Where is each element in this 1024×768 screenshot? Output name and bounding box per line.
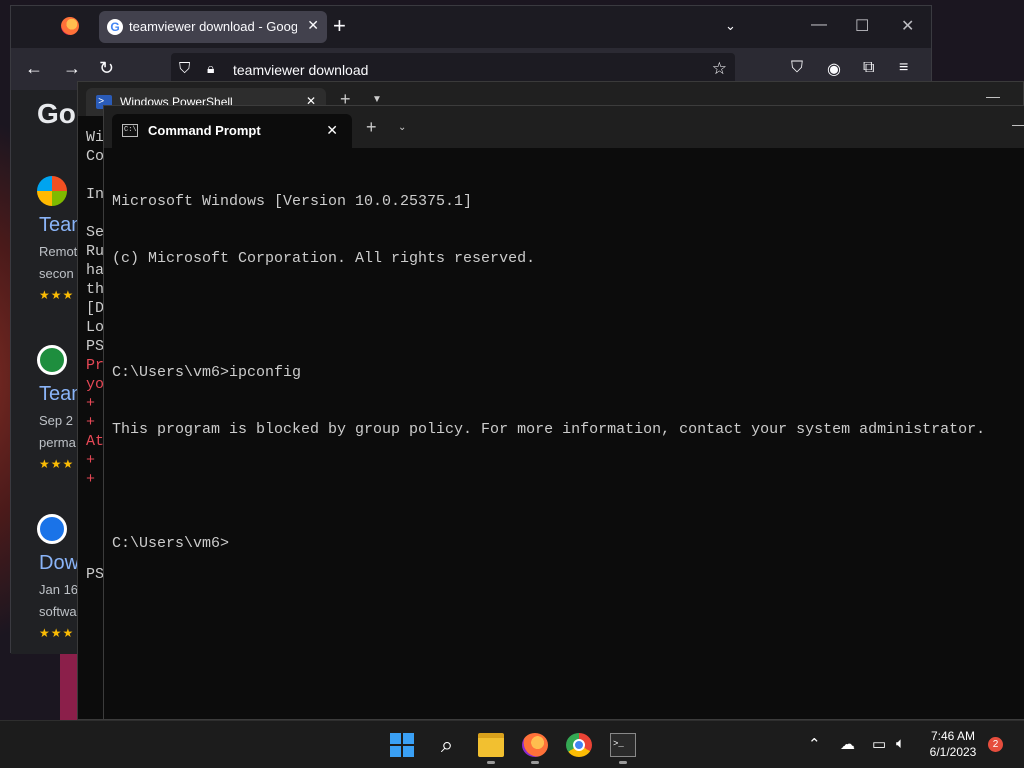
onedrive-off-icon[interactable]: ☁ <box>840 735 855 753</box>
powershell-line <box>86 527 104 546</box>
browser-tab[interactable]: G teamviewer download - Google Search ✕ <box>99 11 327 43</box>
close-tab-icon[interactable]: ✕ <box>326 122 338 139</box>
cmd-line: This program is blocked by group policy.… <box>112 421 986 438</box>
minimize-icon[interactable]: — <box>1012 116 1024 132</box>
result-snippet: perma <box>39 435 76 450</box>
powershell-line: + <box>86 471 96 488</box>
google-favicon-icon: G <box>107 19 123 35</box>
pocket-icon[interactable]: ⛉ <box>791 59 803 77</box>
bookmark-star-icon[interactable]: ☆ <box>712 59 727 79</box>
extensions-icon[interactable]: ⧉ <box>863 59 874 77</box>
powershell-line: Co <box>86 148 105 165</box>
network-icon[interactable]: ▭ <box>872 735 886 753</box>
firefox-taskbar-icon[interactable] <box>522 733 548 757</box>
powershell-line: + <box>86 452 96 469</box>
reload-icon[interactable]: ↻ <box>99 59 114 77</box>
powershell-line: Se <box>86 224 105 241</box>
result-snippet: Sep 2 <box>39 413 73 428</box>
minimize-icon[interactable]: — <box>811 16 827 34</box>
firefox-icon[interactable] <box>61 17 79 35</box>
download-site-icon <box>37 345 67 375</box>
menu-hamburger-icon[interactable]: ≡ <box>899 59 908 77</box>
lock-icon[interactable]: 🔒︎ <box>207 60 214 77</box>
powershell-line: + <box>86 414 96 431</box>
powershell-line: + <box>86 395 96 412</box>
cmd-line: Microsoft Windows [Version 10.0.25375.1] <box>112 193 473 210</box>
browser-tab-title: teamviewer download - Google Search <box>129 19 297 34</box>
chevron-up-icon[interactable]: ⌃ <box>808 735 821 753</box>
terminal-icon[interactable]: >_ <box>610 733 636 757</box>
new-tab-button[interactable]: + <box>333 15 346 37</box>
powershell-line: ha <box>86 262 105 279</box>
powershell-line: Ru <box>86 243 105 260</box>
powershell-line <box>86 489 104 508</box>
running-indicator <box>531 761 539 764</box>
powershell-line: In <box>86 186 105 203</box>
powershell-output[interactable]: Wi Co In Se Ru ha th [D Lo PS Pr yo + + At + + PS <box>86 128 104 584</box>
cmd-line <box>112 477 985 496</box>
powershell-line: [D <box>86 300 105 317</box>
cmd-line: (c) Microsoft Corporation. All rights re… <box>112 250 536 267</box>
powershell-line: Wi <box>86 129 105 146</box>
forward-arrow-icon[interactable]: → <box>63 59 81 77</box>
new-tab-button[interactable]: + <box>366 118 377 136</box>
powershell-line <box>86 166 104 185</box>
search-icon[interactable]: ⌕ <box>434 733 460 757</box>
url-text[interactable]: teamviewer download <box>233 62 368 78</box>
close-window-icon[interactable]: ✕ <box>901 16 914 36</box>
minimize-icon[interactable]: — <box>986 88 1000 104</box>
list-all-tabs-icon[interactable]: ⌄ <box>725 18 736 34</box>
back-arrow-icon[interactable]: ← <box>25 59 43 77</box>
powershell-line <box>86 204 104 223</box>
powershell-line: Pr <box>86 357 105 374</box>
rating-stars: ★★★ <box>39 626 75 640</box>
notification-badge[interactable]: 2 <box>988 737 1003 752</box>
rating-stars: ★★★ <box>39 457 75 471</box>
taskbar: ⌕ >_ ⌃ ☁ ▭ 🔈︎ 7:46 AM 6/1/2023 2 <box>0 720 1024 768</box>
cmd-line <box>112 306 985 325</box>
microsoft-store-icon <box>37 176 67 206</box>
chevron-down-icon[interactable]: ⌄ <box>398 122 406 133</box>
file-explorer-icon[interactable] <box>478 733 504 757</box>
windows-start-icon[interactable] <box>390 733 416 757</box>
cmd-tab[interactable]: C:\ Command Prompt ✕ <box>112 114 352 148</box>
result-snippet: softwa <box>39 604 77 619</box>
result-title[interactable]: Dow <box>39 552 79 575</box>
powershell-line: yo <box>86 376 105 393</box>
firefox-tab-bar: G teamviewer download - Google Search ✕ … <box>11 6 931 48</box>
software-site-icon <box>37 514 67 544</box>
maximize-icon[interactable]: ☐ <box>855 16 869 36</box>
close-tab-icon[interactable]: ✕ <box>307 17 319 34</box>
powershell-line <box>86 508 104 527</box>
account-icon[interactable]: ◉ <box>827 59 841 79</box>
clock-date: 6/1/2023 <box>929 745 977 759</box>
result-snippet: Jan 16 <box>39 582 79 597</box>
cmd-output[interactable]: Microsoft Windows [Version 10.0.25375.1]… <box>112 154 985 591</box>
powershell-line: PS <box>86 338 105 355</box>
rating-stars: ★★★ <box>39 288 75 302</box>
powershell-line: At <box>86 433 105 450</box>
result-snippet: secon <box>39 266 74 281</box>
powershell-line <box>86 546 104 565</box>
powershell-line: th <box>86 281 105 298</box>
chevron-down-icon[interactable]: ▼ <box>372 94 382 105</box>
chrome-icon[interactable] <box>566 733 592 757</box>
clock-time: 7:46 AM <box>930 729 976 743</box>
powershell-line: Lo <box>86 319 105 336</box>
running-indicator <box>619 761 627 764</box>
volume-icon[interactable]: 🔈︎ <box>896 735 905 752</box>
powershell-line: PS <box>86 566 105 583</box>
cmd-tab-bar: C:\ Command Prompt ✕ + ⌄ — <box>104 106 1024 148</box>
running-indicator <box>487 761 495 764</box>
result-snippet: Remot <box>39 244 78 259</box>
tracking-shield-icon[interactable]: ⛉ <box>179 60 190 77</box>
clock[interactable]: 7:46 AM 6/1/2023 <box>918 728 988 760</box>
command-prompt-window: C:\ Command Prompt ✕ + ⌄ — Microsoft Win… <box>103 105 1024 720</box>
cmd-line: C:\Users\vm6>ipconfig <box>112 364 302 381</box>
cmd-tab-title: Command Prompt <box>148 123 261 138</box>
cmd-icon: C:\ <box>122 124 138 137</box>
cmd-prompt-line[interactable]: C:\Users\vm6> <box>112 534 985 553</box>
